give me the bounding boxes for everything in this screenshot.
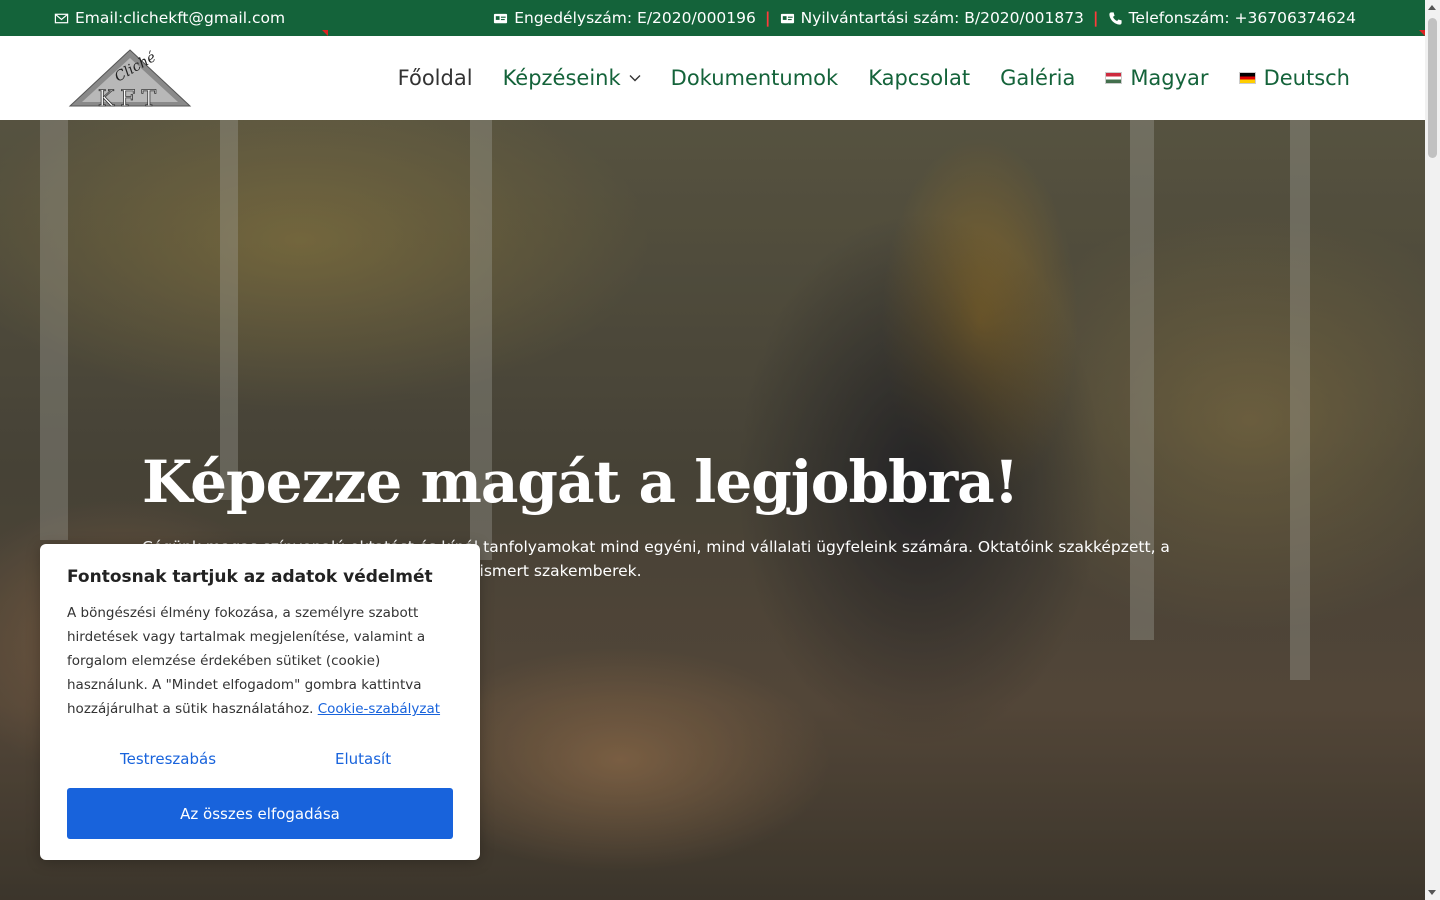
- nav-item-lang-hungarian[interactable]: Magyar: [1105, 66, 1209, 90]
- scrollbar-thumb[interactable]: [1428, 18, 1437, 158]
- top-info-bar: Email:clichekft@gmail.com Engedélyszám: …: [0, 0, 1425, 36]
- topbar-phone-text[interactable]: Telefonszám: +36706374624: [1129, 9, 1356, 27]
- hero-title: Képezze magát a legjobbra!: [142, 448, 1019, 516]
- cookie-accept-all-button[interactable]: Az összes elfogadása: [67, 788, 453, 839]
- hungarian-flag-icon: [1105, 72, 1123, 84]
- nav-item-label: Képzéseink: [502, 66, 621, 90]
- nav-item-label: Kapcsolat: [868, 66, 971, 90]
- main-nav: Főoldal Képzéseink Dokumentumok Kapcsola…: [398, 36, 1350, 120]
- topbar-separator: |: [1092, 9, 1099, 27]
- scroll-down-arrow-icon[interactable]: [1428, 890, 1436, 895]
- nav-item-label: Főoldal: [397, 66, 473, 90]
- topbar-registry-text: Nyilvántartási szám: B/2020/001873: [800, 9, 1084, 27]
- nav-item-documents[interactable]: Dokumentumok: [671, 66, 839, 90]
- nav-item-label: Magyar: [1130, 66, 1209, 90]
- cookie-customize-button[interactable]: Testreszabás: [120, 750, 216, 768]
- nav-item-lang-german[interactable]: Deutsch: [1238, 66, 1350, 90]
- id-card-icon: [494, 13, 508, 23]
- topbar-separator: |: [764, 9, 771, 27]
- page-scrollbar[interactable]: [1425, 0, 1440, 900]
- cookie-policy-link[interactable]: Cookie-szabályzat: [318, 701, 440, 717]
- german-flag-icon: [1238, 72, 1256, 84]
- topbar-license-text: Engedélyszám: E/2020/000196: [514, 9, 756, 27]
- topbar-email[interactable]: Email:clichekft@gmail.com: [54, 0, 285, 36]
- chevron-down-icon: [629, 75, 641, 82]
- site-header: Cliché KFT Főoldal Képzéseink Dokumentum…: [0, 36, 1425, 120]
- nav-item-contact[interactable]: Kapcsolat: [868, 66, 970, 90]
- phone-icon: [1109, 11, 1122, 25]
- scroll-up-arrow-icon[interactable]: [1428, 5, 1436, 10]
- nav-item-label: Dokumentumok: [670, 66, 839, 90]
- topbar-license: Engedélyszám: E/2020/000196: [493, 9, 756, 27]
- nav-item-gallery[interactable]: Galéria: [1000, 66, 1075, 90]
- cookie-reject-button[interactable]: Elutasít: [335, 750, 391, 768]
- cookie-title: Fontosnak tartjuk az adatok védelmét: [67, 567, 433, 587]
- nav-item-label: Deutsch: [1263, 66, 1350, 90]
- topbar-registry: Nyilvántartási szám: B/2020/001873: [780, 9, 1084, 27]
- cookie-body: A böngészési élmény fokozása, a személyr…: [67, 601, 457, 721]
- cookie-consent-dialog: Fontosnak tartjuk az adatok védelmét A b…: [40, 544, 480, 860]
- nav-item-label: Galéria: [1000, 66, 1076, 90]
- id-card-icon: [780, 13, 794, 23]
- nav-item-home[interactable]: Főoldal: [398, 66, 473, 90]
- topbar-phone[interactable]: Telefonszám: +36706374624: [1108, 9, 1356, 27]
- topbar-email-text[interactable]: Email:clichekft@gmail.com: [75, 9, 285, 27]
- nav-item-trainings[interactable]: Képzéseink: [503, 66, 641, 90]
- company-logo[interactable]: Cliché KFT: [66, 46, 194, 110]
- envelope-icon: [54, 13, 69, 23]
- logo-text-bottom: KFT: [98, 87, 162, 110]
